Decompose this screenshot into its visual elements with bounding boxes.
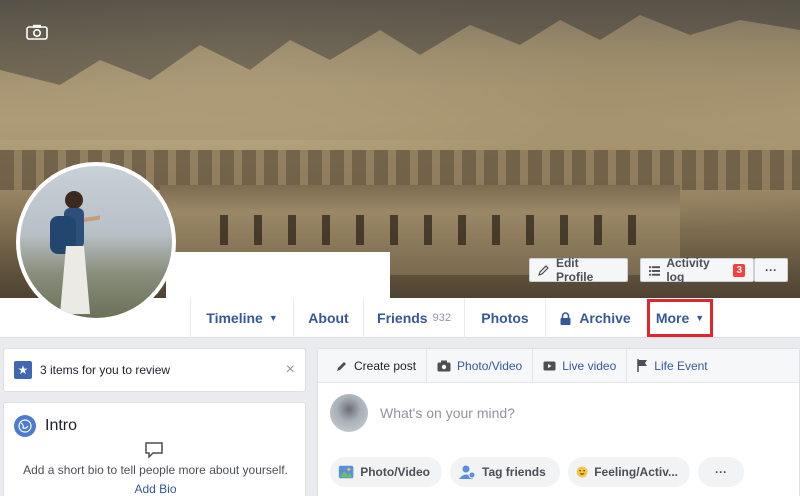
star-icon: ★ bbox=[14, 361, 32, 379]
tab-more[interactable]: More ▼ bbox=[647, 299, 713, 337]
chevron-down-icon: ▼ bbox=[268, 313, 278, 323]
post-composer: Create post Photo/Video Live video Life … bbox=[317, 348, 800, 496]
photo-icon bbox=[338, 465, 354, 479]
tag-friends-label: Tag friends bbox=[482, 465, 546, 479]
tab-live-video-label: Live video bbox=[562, 358, 617, 373]
person-figure bbox=[50, 191, 100, 314]
tab-photo-video-label: Photo/Video bbox=[457, 358, 523, 373]
tab-life-event-label: Life Event bbox=[654, 358, 708, 373]
avatar bbox=[330, 394, 368, 432]
tab-create-post[interactable]: Create post bbox=[326, 348, 428, 383]
profile-picture[interactable] bbox=[16, 162, 176, 322]
profile-name-area bbox=[166, 252, 390, 298]
intro-card: Intro Add a short bio to tell people mor… bbox=[3, 402, 306, 496]
edit-profile-button[interactable]: Edit Profile bbox=[529, 256, 628, 284]
tag-friends-icon bbox=[459, 465, 476, 479]
tab-timeline[interactable]: Timeline ▼ bbox=[190, 298, 293, 338]
add-bio-link[interactable]: Add Bio bbox=[4, 482, 307, 496]
camera-icon[interactable] bbox=[26, 24, 48, 40]
globe-icon bbox=[14, 415, 36, 437]
more-dots-icon: ··· bbox=[715, 465, 727, 479]
composer-more-button[interactable]: ··· bbox=[698, 457, 744, 487]
feeling-activity-label: Feeling/Activ... bbox=[594, 465, 678, 479]
close-icon[interactable]: × bbox=[286, 361, 295, 379]
composer-tabs: Create post Photo/Video Live video Life … bbox=[318, 348, 799, 383]
activity-log-label: Activity log bbox=[666, 256, 710, 284]
feeling-activity-button[interactable]: Feeling/Activ... bbox=[568, 457, 690, 487]
activity-log-button[interactable]: Activity log 3 bbox=[640, 256, 754, 284]
tab-more-label: More bbox=[655, 310, 690, 326]
review-items-text: 3 items for you to review bbox=[40, 363, 171, 377]
tab-create-post-label: Create post bbox=[354, 358, 417, 373]
review-items-card[interactable]: ★ 3 items for you to review × bbox=[3, 348, 306, 392]
list-icon bbox=[649, 265, 661, 276]
friends-count: 932 bbox=[432, 312, 451, 324]
intro-title: Intro bbox=[45, 417, 78, 434]
pencil-icon bbox=[337, 361, 346, 371]
tab-photos-label: Photos bbox=[481, 310, 529, 326]
flag-icon bbox=[637, 359, 648, 372]
camera-icon bbox=[437, 360, 451, 371]
tab-friends[interactable]: Friends 932 bbox=[363, 298, 464, 338]
tab-life-event[interactable]: Life Event bbox=[627, 349, 717, 383]
tab-timeline-label: Timeline bbox=[206, 310, 263, 326]
video-camera-icon bbox=[543, 361, 556, 370]
tab-archive[interactable]: Archive bbox=[545, 298, 645, 338]
post-input[interactable]: What's on your mind? bbox=[380, 405, 515, 421]
composer-actions: Photo/Video Tag friends Feeling/Activ...… bbox=[330, 457, 744, 487]
tab-about[interactable]: About bbox=[293, 298, 363, 338]
chevron-down-icon: ▼ bbox=[695, 313, 705, 323]
tab-about-label: About bbox=[308, 310, 349, 326]
tab-photos[interactable]: Photos bbox=[464, 298, 545, 338]
speech-bubble-icon bbox=[145, 442, 163, 459]
smiley-icon bbox=[576, 466, 588, 478]
profile-photo bbox=[20, 166, 172, 318]
tab-live-video[interactable]: Live video bbox=[533, 348, 628, 383]
intro-header: Intro bbox=[14, 415, 77, 437]
edit-profile-label: Edit Profile bbox=[555, 256, 594, 284]
photo-video-button[interactable]: Photo/Video bbox=[330, 457, 442, 487]
bio-prompt: Add a short bio to tell people more abou… bbox=[23, 463, 288, 477]
tag-friends-button[interactable]: Tag friends bbox=[450, 457, 560, 487]
activity-log-badge: 3 bbox=[733, 263, 745, 277]
photo-video-label: Photo/Video bbox=[360, 465, 430, 479]
mountain-ridge bbox=[0, 0, 800, 140]
pencil-icon bbox=[538, 265, 549, 276]
cover-more-options-button[interactable]: ··· bbox=[754, 258, 788, 282]
tab-photo-video[interactable]: Photo/Video bbox=[427, 348, 534, 383]
lock-icon bbox=[560, 311, 571, 325]
tab-archive-label: Archive bbox=[579, 310, 631, 326]
fort-windows bbox=[220, 215, 640, 245]
more-dots-icon: ··· bbox=[765, 263, 777, 277]
tab-friends-label: Friends bbox=[377, 310, 428, 326]
